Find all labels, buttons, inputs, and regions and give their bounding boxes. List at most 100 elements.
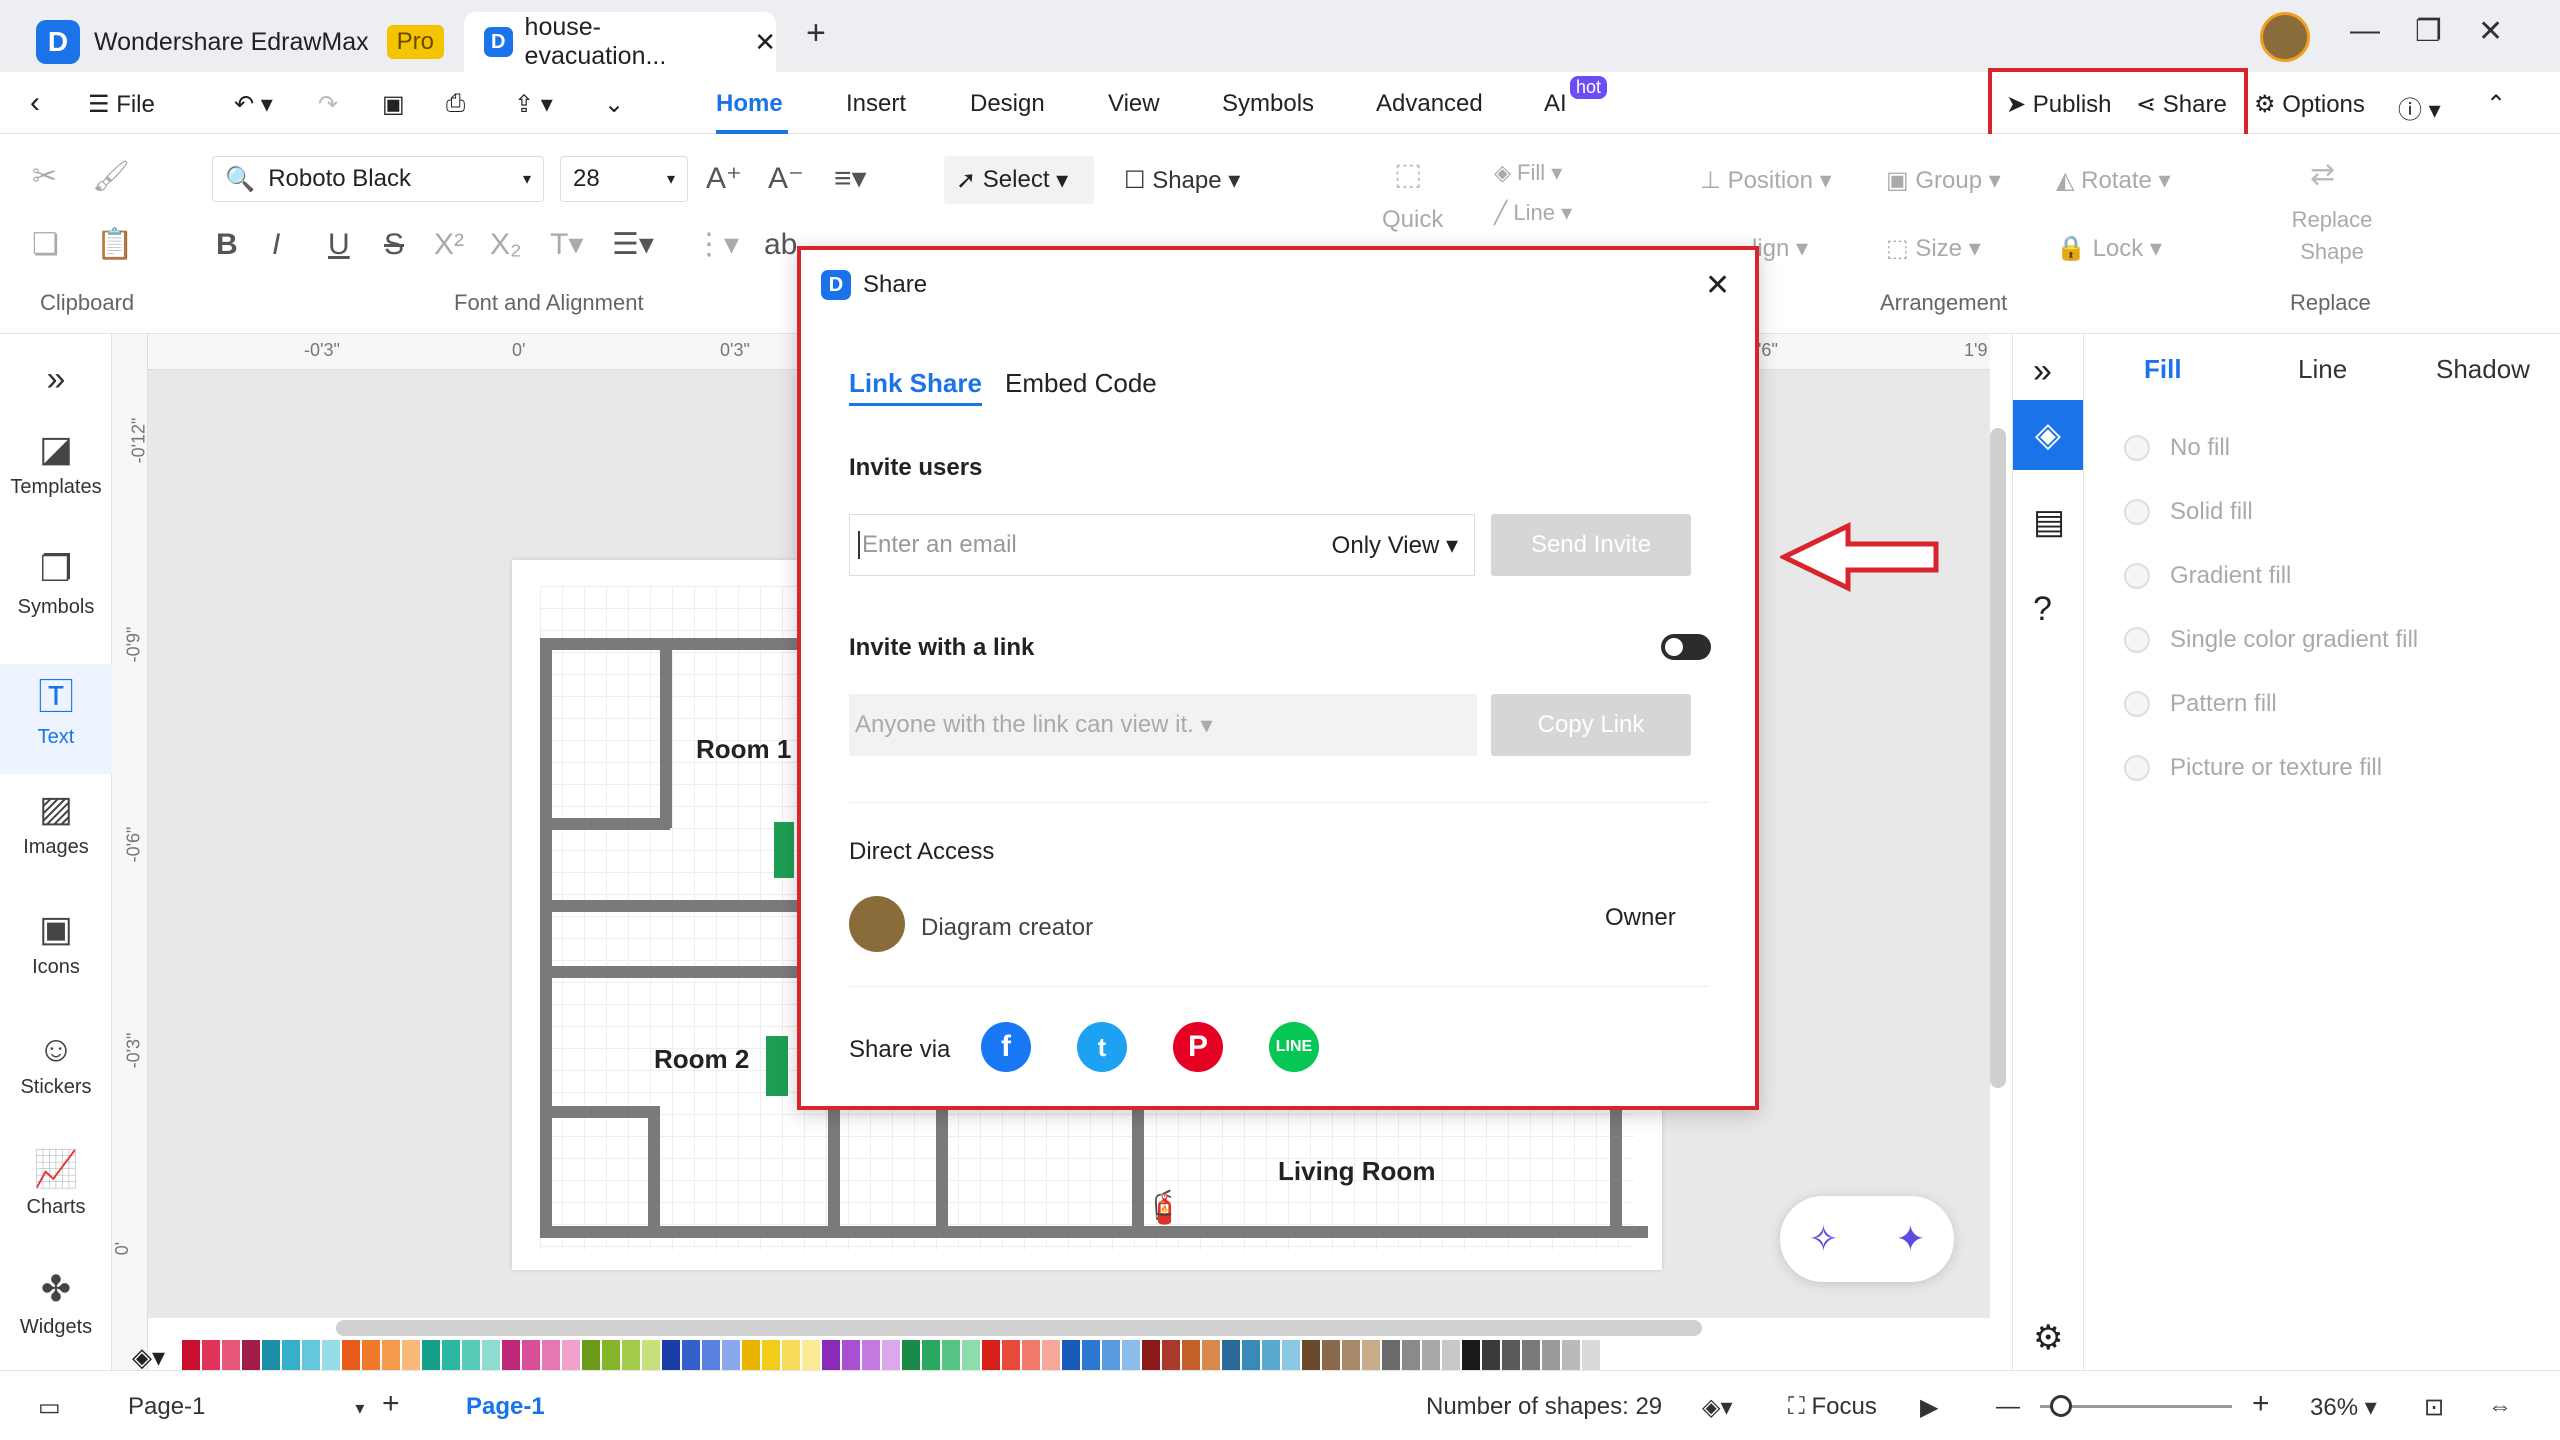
color-swatch[interactable] (942, 1340, 960, 1370)
color-swatch[interactable] (982, 1340, 1000, 1370)
facebook-icon[interactable]: f (981, 1022, 1031, 1072)
tab-link-share[interactable]: Link Share (849, 368, 982, 406)
decrease-font-icon[interactable]: A⁻ (768, 164, 804, 194)
size-button[interactable]: ⬚ Size ▾ (1886, 234, 1981, 263)
font-size-select[interactable]: 28 ▾ (560, 156, 688, 202)
app-tab[interactable]: D Wondershare EdrawMax Pro (36, 12, 445, 72)
fill-panel-icon[interactable]: ◈ (2013, 400, 2083, 470)
color-swatch[interactable] (862, 1340, 880, 1370)
tab-insert[interactable]: Insert (846, 90, 906, 118)
color-swatch[interactable] (262, 1340, 280, 1370)
zoom-level[interactable]: 36% ▾ (2310, 1393, 2377, 1422)
color-swatch[interactable] (1102, 1340, 1120, 1370)
maximize-icon[interactable]: ❐ (2415, 14, 2442, 49)
document-tab[interactable]: D house-evacuation... ✕ (464, 12, 776, 72)
save-icon[interactable]: ▣ (382, 90, 405, 119)
replace-shape-icon[interactable]: ⇄ (2310, 160, 2335, 190)
color-swatch[interactable] (182, 1340, 200, 1370)
sidebar-item-text[interactable]: 🅃 Text (0, 664, 112, 774)
color-swatch[interactable] (1142, 1340, 1160, 1370)
color-swatch[interactable] (802, 1340, 820, 1370)
sidebar-item-symbols[interactable]: ❐ Symbols (0, 548, 112, 619)
color-swatch[interactable] (1042, 1340, 1060, 1370)
line-spacing-icon[interactable]: ☰▾ (612, 230, 654, 260)
cut-icon[interactable]: ✂ (32, 162, 57, 192)
close-dialog-icon[interactable]: ✕ (1705, 268, 1730, 303)
superscript-icon[interactable]: X² (434, 230, 464, 260)
color-swatch[interactable] (642, 1340, 660, 1370)
copy-icon[interactable]: ❏ (32, 230, 59, 260)
align-icon[interactable]: ≡▾ (834, 164, 867, 194)
tab-advanced[interactable]: Advanced (1376, 90, 1483, 118)
copy-link-button[interactable]: Copy Link (1491, 694, 1691, 756)
zoom-in-icon[interactable]: + (2252, 1387, 2270, 1421)
fill-button[interactable]: ◈ Fill ▾ (1494, 160, 1562, 186)
color-swatch[interactable] (362, 1340, 380, 1370)
color-swatch[interactable] (1502, 1340, 1520, 1370)
tab-symbols[interactable]: Symbols (1222, 90, 1314, 118)
link-permission-select[interactable]: Anyone with the link can view it. ▾ (849, 694, 1477, 756)
italic-icon[interactable]: I (272, 230, 280, 260)
page-panel-icon[interactable]: ▭ (38, 1393, 61, 1422)
text-style-icon[interactable]: T▾ (550, 230, 583, 260)
expand-sidebar-icon[interactable]: » (0, 360, 112, 399)
tab-home[interactable]: Home (716, 90, 783, 118)
options-button[interactable]: ⚙ Options (2254, 90, 2365, 119)
color-swatch[interactable] (342, 1340, 360, 1370)
exit-arrow-icon[interactable] (766, 1036, 788, 1096)
paste-icon[interactable]: 📋 (96, 230, 133, 260)
color-swatch[interactable] (682, 1340, 700, 1370)
color-swatch[interactable] (442, 1340, 460, 1370)
color-swatch[interactable] (1522, 1340, 1540, 1370)
group-button[interactable]: ▣ Group ▾ (1886, 166, 2001, 195)
invite-link-toggle[interactable] (1661, 634, 1711, 660)
lock-button[interactable]: 🔒 Lock ▾ (2056, 234, 2162, 263)
sidebar-item-charts[interactable]: 📈 Charts (0, 1148, 112, 1219)
minimize-icon[interactable]: — (2350, 14, 2380, 48)
color-swatch[interactable] (1402, 1340, 1420, 1370)
bold-icon[interactable]: B (216, 230, 238, 260)
page-tab[interactable]: Page-1 (466, 1393, 545, 1421)
help-icon[interactable]: ⓘ ▾ (2398, 90, 2441, 125)
room-label[interactable]: Room 2 (654, 1044, 749, 1075)
color-palette[interactable] (130, 1340, 2000, 1370)
sidebar-item-stickers[interactable]: ☺ Stickers (0, 1028, 112, 1099)
color-swatch[interactable] (302, 1340, 320, 1370)
underline-icon[interactable]: U (328, 230, 350, 260)
color-swatch[interactable] (202, 1340, 220, 1370)
pinterest-icon[interactable]: P (1173, 1022, 1223, 1072)
room-label[interactable]: Room 1 (696, 734, 791, 765)
color-swatch[interactable] (1062, 1340, 1080, 1370)
color-swatch[interactable] (462, 1340, 480, 1370)
color-swatch[interactable] (742, 1340, 760, 1370)
color-swatch[interactable] (722, 1340, 740, 1370)
avatar[interactable] (2260, 12, 2310, 62)
color-swatch[interactable] (382, 1340, 400, 1370)
color-swatch[interactable] (1082, 1340, 1100, 1370)
tab-fill[interactable]: Fill (2144, 354, 2182, 385)
color-swatch[interactable] (1442, 1340, 1460, 1370)
collapse-ribbon-icon[interactable]: ⌃ (2486, 90, 2506, 119)
tab-ai[interactable]: AI (1544, 90, 1567, 118)
collapse-panel-icon[interactable]: » (2033, 352, 2052, 391)
color-swatch[interactable] (322, 1340, 340, 1370)
redo-icon[interactable]: ↷ (318, 90, 338, 119)
color-swatch[interactable] (502, 1340, 520, 1370)
color-swatch[interactable] (522, 1340, 540, 1370)
undo-icon[interactable]: ↶ ▾ (234, 90, 273, 119)
line-button[interactable]: ╱ Line ▾ (1494, 200, 1572, 226)
color-swatch[interactable] (1122, 1340, 1140, 1370)
color-swatch[interactable] (662, 1340, 680, 1370)
email-field[interactable]: Enter an email Only View ▾ (849, 514, 1475, 576)
close-window-icon[interactable]: ✕ (2478, 14, 2503, 49)
color-swatch[interactable] (282, 1340, 300, 1370)
page-properties-icon[interactable]: ▤ (2033, 502, 2065, 542)
color-swatch[interactable] (1342, 1340, 1360, 1370)
room-label[interactable]: Living Room (1278, 1156, 1435, 1187)
color-swatch[interactable] (1262, 1340, 1280, 1370)
color-swatch[interactable] (582, 1340, 600, 1370)
align-button[interactable]: lign ▾ (1752, 234, 1808, 263)
magic-wand-icon[interactable]: ✧ (1808, 1218, 1838, 1260)
color-swatch[interactable] (542, 1340, 560, 1370)
color-swatch[interactable] (1382, 1340, 1400, 1370)
